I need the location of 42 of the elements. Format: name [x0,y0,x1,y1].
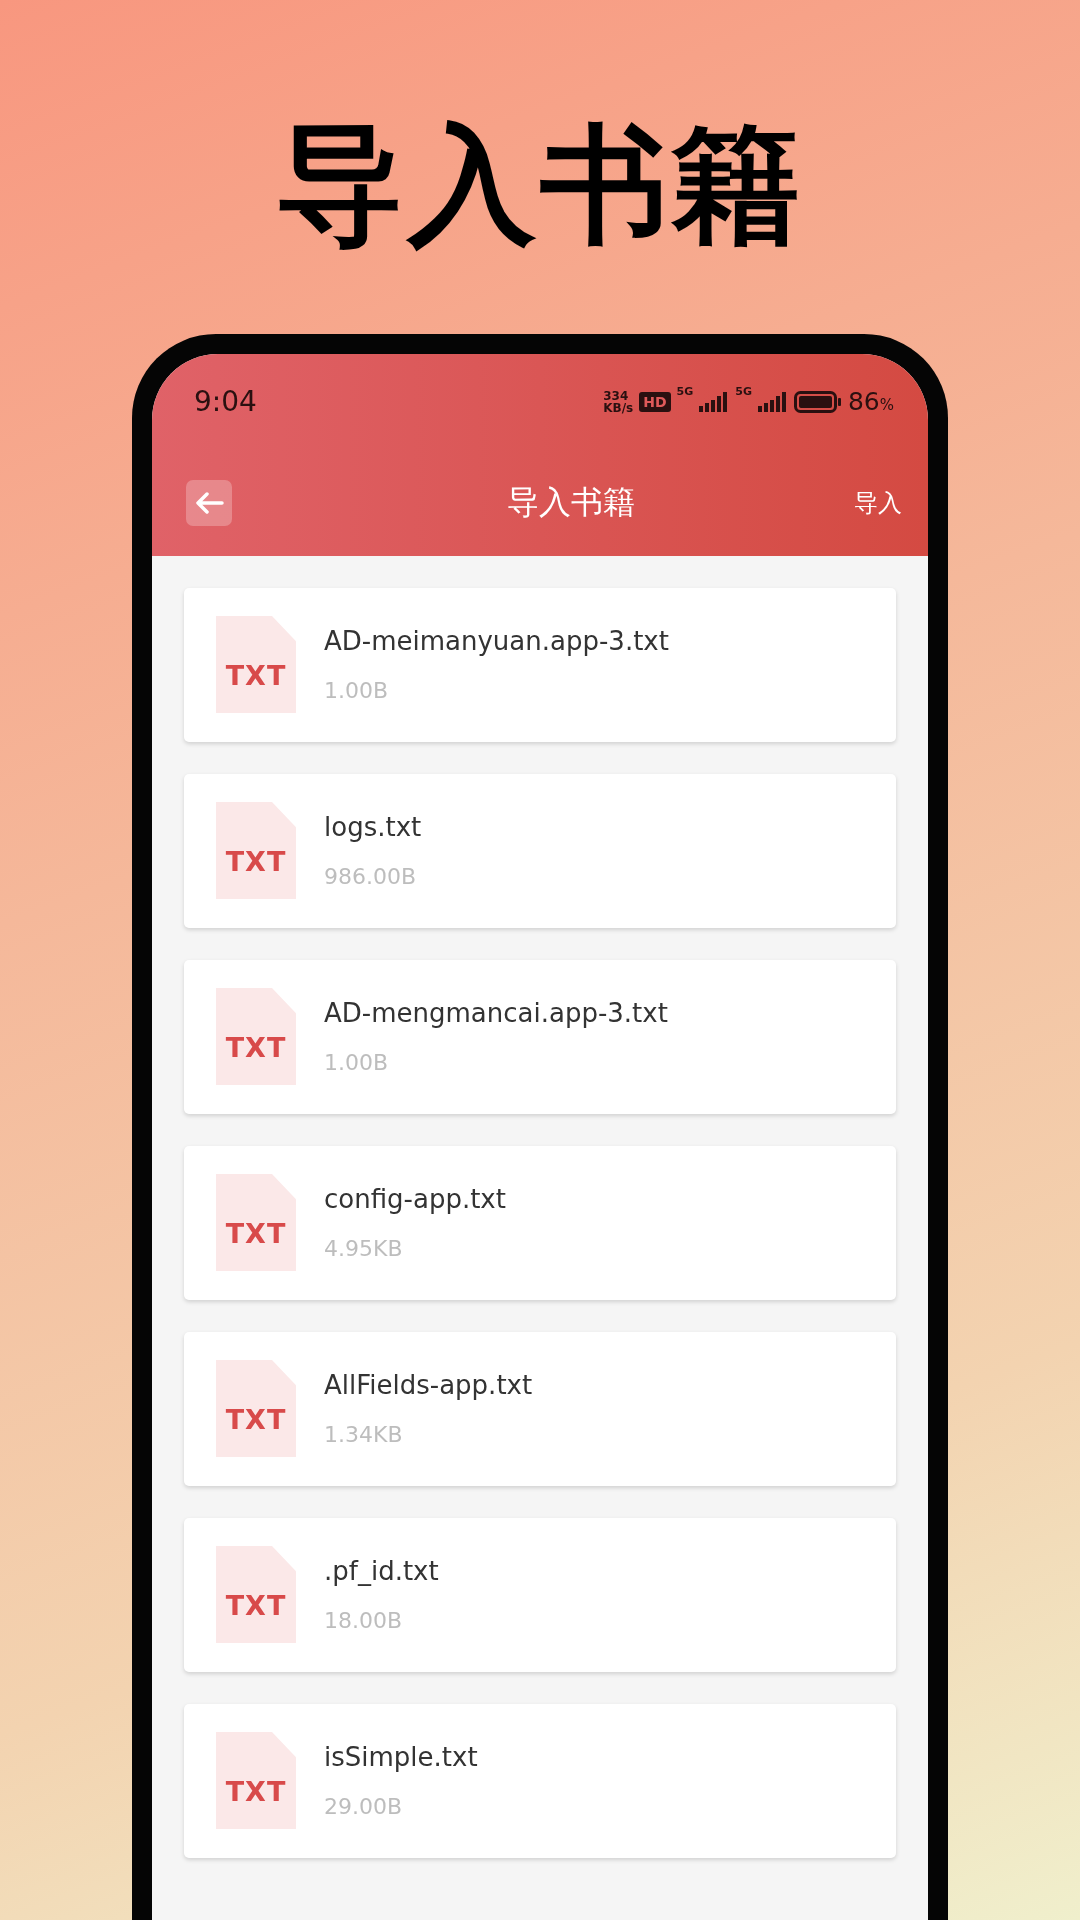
txt-file-icon: TXT [216,616,296,714]
network-speed: 334 KB/s [603,389,634,414]
file-name: isSimple.txt [324,1742,478,1773]
txt-file-icon: TXT [216,1360,296,1458]
signal-icon [757,391,788,412]
back-button[interactable] [186,479,232,526]
file-size: 1.00B [324,678,390,704]
battery-icon [793,389,842,414]
file-name: AD-mengmancai.app-3.txt [324,998,668,1029]
file-card[interactable]: TXT config-app.txt 4.95KB [184,1145,896,1300]
headline: 导入书籍 [276,109,804,261]
network-label: 5G [735,385,752,399]
file-size: 1.00B [324,1050,390,1076]
file-card[interactable]: TXT .pf_id.txt 18.00B [184,1517,896,1672]
status-time: 9:04 [194,385,257,419]
file-card[interactable]: TXT AD-meimanyuan.app-3.txt 1.00B [184,587,896,742]
import-button[interactable]: 导入 [850,482,906,523]
file-card[interactable]: TXT AllFields-app.txt 1.34KB [184,1331,896,1486]
file-size: 1.34KB [324,1422,404,1448]
file-name: logs.txt [324,812,422,843]
signal-icon [699,391,730,412]
txt-file-icon: TXT [216,1546,296,1644]
file-name: AllFields-app.txt [324,1370,533,1401]
file-size: 18.00B [324,1608,404,1634]
file-name: AD-meimanyuan.app-3.txt [324,626,669,657]
txt-file-icon: TXT [216,802,296,900]
network-label: 5G [676,385,694,399]
txt-file-icon: TXT [216,988,296,1086]
file-card[interactable]: TXT isSimple.txt 29.00B [184,1703,896,1858]
file-size: 29.00B [324,1794,404,1820]
battery-percent: 86% [847,387,894,417]
file-size: 4.95KB [324,1236,404,1262]
txt-file-icon: TXT [216,1174,296,1272]
back-arrow-icon [194,490,224,515]
file-name: config-app.txt [324,1184,506,1215]
file-card[interactable]: TXT AD-mengmancai.app-3.txt 1.00B [184,959,896,1114]
page-title: 导入书籍 [507,481,635,523]
txt-file-icon: TXT [216,1732,296,1830]
file-size: 986.00B [324,864,418,890]
file-name: .pf_id.txt [324,1556,439,1587]
hd-badge: HD [639,391,671,412]
file-card[interactable]: TXT logs.txt 986.00B [184,773,896,928]
